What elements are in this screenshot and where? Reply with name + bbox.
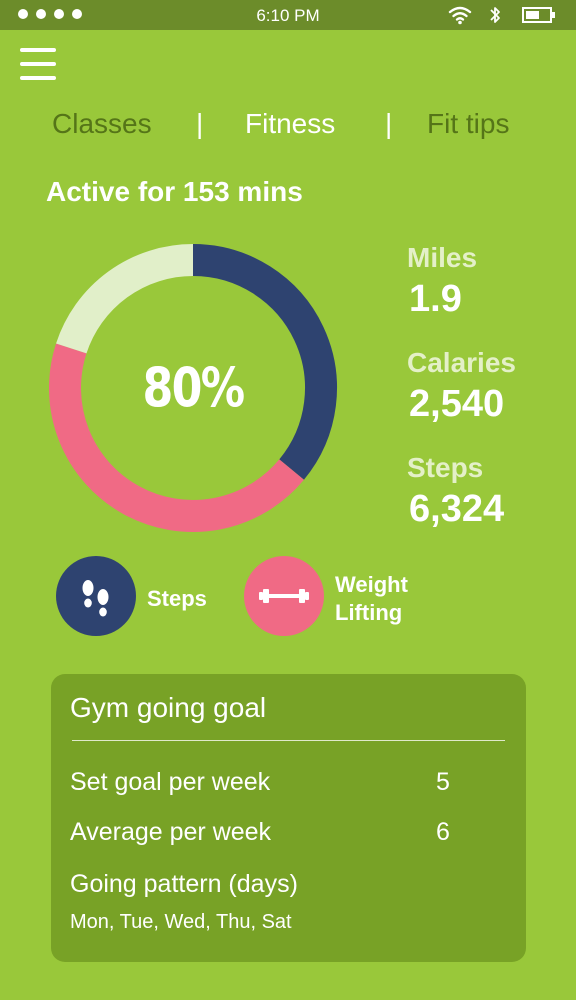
activity-percent: 80%	[142, 356, 245, 419]
set-goal-value[interactable]: 5	[436, 768, 450, 797]
tab-separator: |	[196, 108, 204, 139]
weight-lifting-button[interactable]	[244, 556, 324, 636]
battery-icon	[522, 7, 555, 23]
stat-calories-label: Calaries	[407, 347, 516, 378]
dumbbell-icon	[259, 589, 309, 603]
stat-miles-value: 1.9	[409, 278, 462, 320]
footprints-icon	[82, 580, 109, 617]
set-goal-label: Set goal per week	[70, 768, 271, 796]
stat-miles-label: Miles	[407, 242, 478, 273]
steps-button[interactable]	[56, 556, 136, 636]
stat-calories-value: 2,540	[409, 383, 505, 425]
menu-icon	[20, 48, 56, 52]
active-minutes-title: Active for 153 mins	[46, 176, 303, 207]
legend-label-line: Lifting	[335, 600, 403, 625]
gym-goal-card: Gym going goal Set goal per week 5 Avera…	[51, 674, 526, 962]
average-label: Average per week	[70, 818, 272, 846]
tab-separator: |	[385, 108, 393, 139]
pattern-label: Going pattern (days)	[70, 870, 298, 898]
average-value: 6	[436, 818, 450, 846]
bluetooth-icon	[490, 7, 500, 23]
stat-steps-value: 6,324	[409, 488, 505, 530]
wifi-icon	[448, 6, 472, 25]
pattern-days: Mon, Tue, Wed, Thu, Sat	[70, 911, 292, 933]
divider	[72, 740, 505, 741]
weight-lifting-legend-label: Weight Lifting	[335, 571, 408, 627]
tab-fitness[interactable]: Fitness	[245, 108, 335, 140]
steps-legend-label: Steps	[147, 586, 207, 611]
legend-label-line: Weight	[335, 572, 408, 597]
tab-classes[interactable]: Classes	[52, 108, 152, 140]
goal-card-title: Gym going goal	[70, 692, 267, 723]
tab-fit-tips[interactable]: Fit tips	[427, 108, 509, 140]
menu-button[interactable]	[20, 48, 56, 80]
status-bar: 6:10 PM	[0, 0, 576, 30]
tab-bar: Classes | Fitness | Fit tips	[0, 108, 576, 148]
stat-steps-label: Steps	[407, 452, 484, 483]
